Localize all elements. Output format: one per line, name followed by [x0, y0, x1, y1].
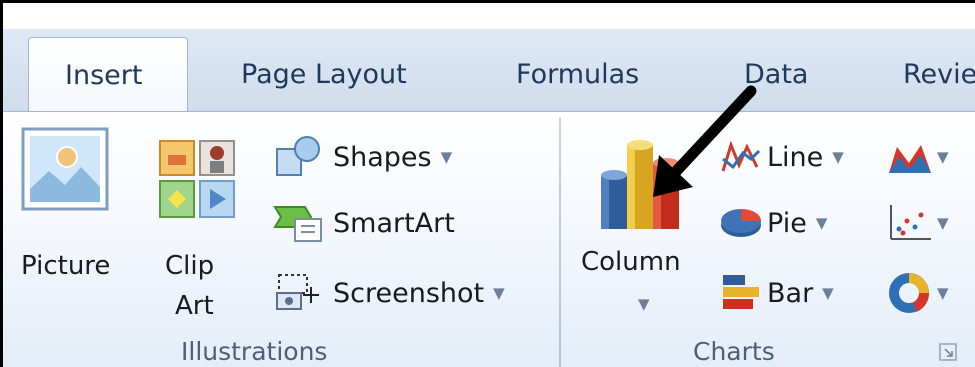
tab-bar: Insert Page Layout Formulas Data Revie: [3, 29, 975, 119]
line-dropdown-arrow-icon: ▼: [832, 148, 844, 166]
picture-button[interactable]: [21, 127, 109, 211]
area-chart-button[interactable]: ▼: [887, 139, 949, 175]
clip-art-icon: [159, 140, 235, 218]
picture-label: Picture: [21, 251, 111, 281]
bar-chart-icon: [723, 275, 759, 309]
illustrations-group-label: Illustrations: [181, 337, 328, 366]
charts-group-label: Charts: [693, 337, 775, 366]
tab-formulas[interactable]: Formulas: [516, 59, 639, 90]
shapes-button[interactable]: Shapes ▼: [271, 135, 452, 179]
dialog-launcher-icon[interactable]: [939, 343, 957, 361]
line-chart-label: Line: [767, 141, 824, 173]
screenshot-button[interactable]: Screenshot ▼: [271, 271, 505, 315]
screenshot-icon: [276, 274, 319, 310]
tab-review-label: Revie: [903, 59, 975, 90]
area-dropdown-arrow-icon: ▼: [937, 148, 949, 166]
smartart-icon: [273, 206, 322, 242]
clip-art-label-line1: Clip: [165, 251, 215, 281]
pie-chart-label: Pie: [767, 207, 807, 239]
dialog-launcher-glyph-icon: [939, 343, 957, 361]
bar-dropdown-arrow-icon: ▼: [822, 284, 834, 302]
doughnut-chart-icon: [889, 273, 929, 313]
screenshot-dropdown-arrow-icon: ▼: [493, 284, 505, 302]
tab-insert-label: Insert: [65, 60, 143, 91]
excel-ribbon-frame: Insert Page Layout Formulas Data Revie P…: [0, 0, 975, 367]
shapes-dropdown-arrow-icon: ▼: [440, 148, 453, 166]
screenshot-label: Screenshot: [333, 277, 485, 309]
tab-review[interactable]: Revie: [903, 59, 975, 90]
group-separator: [559, 117, 561, 367]
tab-formulas-label: Formulas: [516, 59, 640, 90]
other-charts-button[interactable]: ▼: [887, 271, 949, 315]
smartart-label: SmartArt: [333, 207, 455, 239]
scatter-chart-button[interactable]: ▼: [887, 203, 949, 243]
bar-chart-button[interactable]: Bar ▼: [719, 271, 834, 315]
annotation-arrow-icon: [653, 85, 757, 197]
tab-insert[interactable]: Insert: [28, 37, 188, 119]
clip-art-label-line2: Art: [175, 291, 214, 321]
scatter-chart-icon: [890, 205, 931, 240]
picture-icon: [21, 127, 109, 211]
clip-art-button[interactable]: [156, 137, 240, 223]
area-chart-icon: [889, 145, 931, 173]
tab-page-layout-label: Page Layout: [241, 59, 407, 90]
scatter-dropdown-arrow-icon: ▼: [937, 214, 949, 232]
shapes-icon: [276, 136, 320, 176]
pie-dropdown-arrow-icon: ▼: [815, 214, 828, 232]
other-charts-dropdown-arrow-icon: ▼: [937, 284, 949, 302]
column-dropdown-arrow-icon[interactable]: ▼: [638, 295, 650, 313]
tab-page-layout[interactable]: Page Layout: [241, 59, 407, 90]
bar-chart-label: Bar: [767, 277, 814, 309]
top-strip: [3, 3, 975, 29]
smartart-button[interactable]: SmartArt: [271, 201, 455, 245]
column-chart-label: Column: [581, 247, 681, 277]
shapes-label: Shapes: [333, 141, 432, 173]
